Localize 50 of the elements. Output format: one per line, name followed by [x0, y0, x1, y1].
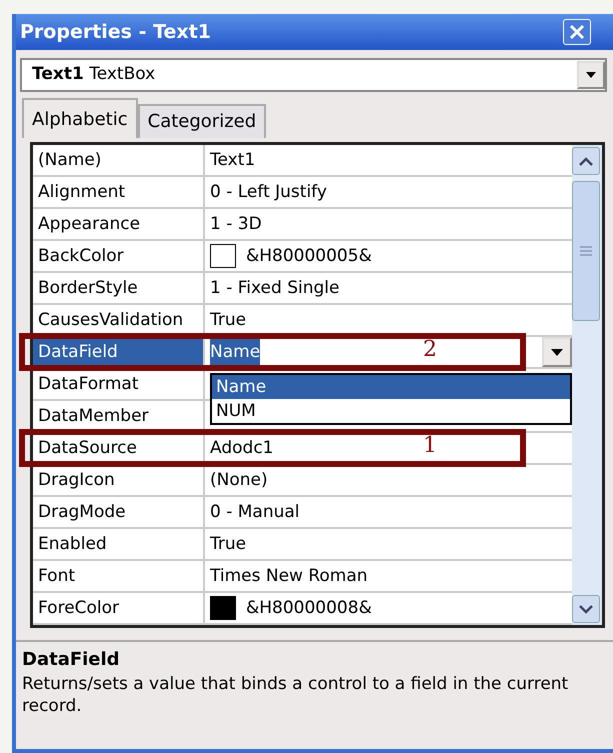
chevron-down-icon: [579, 604, 593, 614]
property-name[interactable]: Appearance: [33, 209, 205, 239]
object-selector[interactable]: Text1 TextBox: [20, 58, 607, 92]
tab[interactable]: Categorized: [138, 104, 266, 138]
property-value: Times New Roman: [210, 565, 368, 588]
dropdown-button[interactable]: [542, 337, 572, 367]
property-value: (None): [210, 469, 268, 492]
scroll-up-button[interactable]: [572, 147, 600, 175]
property-name[interactable]: (Name): [33, 145, 205, 175]
object-name: Text1 TextBox: [32, 63, 156, 86]
property-value: 0 - Left Justify: [210, 181, 327, 204]
tab[interactable]: Alphabetic: [22, 98, 138, 138]
chevron-up-icon: [579, 156, 593, 166]
property-name[interactable]: DragMode: [33, 497, 205, 527]
grip-icon: [580, 246, 592, 256]
dropdown-button[interactable]: [577, 61, 605, 89]
window-title: Properties - Text1: [20, 20, 211, 45]
property-name[interactable]: Font: [33, 561, 205, 591]
scrollbar[interactable]: [572, 145, 602, 625]
close-icon: [568, 23, 586, 41]
property-name[interactable]: DragIcon: [33, 465, 205, 495]
property-name[interactable]: CausesValidation: [33, 305, 205, 335]
caret-icon: [586, 72, 596, 78]
property-value: Adodc1: [210, 437, 274, 460]
scroll-down-button[interactable]: [572, 595, 600, 623]
dropdown-option[interactable]: Name: [212, 375, 570, 399]
dropdown-option[interactable]: NUM: [212, 399, 570, 423]
close-button[interactable]: [563, 19, 591, 45]
property-name[interactable]: DataFormat: [33, 369, 205, 399]
annotation-number: 1: [423, 432, 437, 460]
property-value: True: [210, 533, 246, 556]
description-title: DataField: [22, 648, 121, 672]
property-name[interactable]: BorderStyle: [33, 273, 205, 303]
property-value: &H80000005&: [246, 245, 372, 268]
property-value: True: [210, 309, 246, 332]
property-name[interactable]: BackColor: [33, 241, 205, 271]
annotation-number: 2: [423, 336, 437, 364]
caret-icon: [551, 348, 563, 356]
property-name[interactable]: DataMember: [33, 401, 205, 431]
scroll-thumb[interactable]: [572, 181, 600, 321]
property-value: Text1: [210, 149, 256, 172]
property-value: 1 - Fixed Single: [210, 277, 340, 300]
description-text: Returns/sets a value that binds a control to a field in the current record.: [22, 673, 570, 717]
property-name[interactable]: Alignment: [33, 177, 205, 207]
property-name[interactable]: DataSource: [33, 433, 205, 463]
property-name[interactable]: Enabled: [33, 529, 205, 559]
property-value: 1 - 3D: [210, 213, 262, 236]
property-value: &H80000008&: [246, 597, 372, 620]
property-name[interactable]: ForeColor: [33, 593, 205, 623]
property-value: 0 - Manual: [210, 501, 300, 524]
